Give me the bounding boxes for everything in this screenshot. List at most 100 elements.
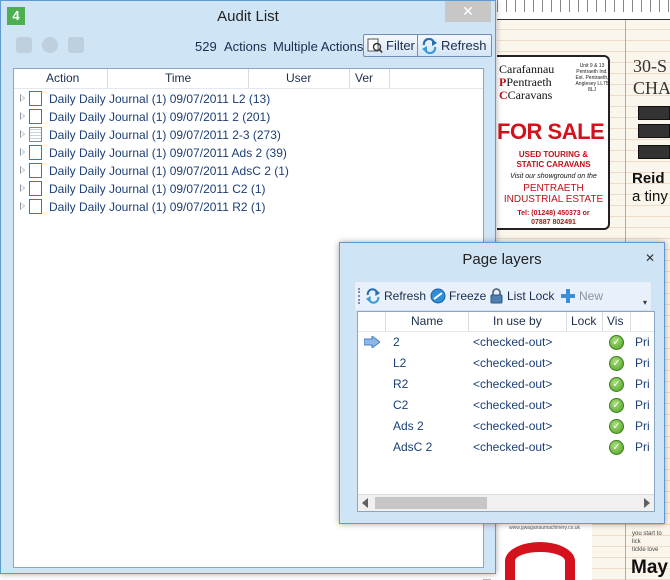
horizontal-scrollbar[interactable]	[358, 494, 654, 511]
advert-address: Unit 9 & 13 Pentraeth Ind. Est. Pentraet…	[575, 63, 609, 93]
scrollbar-thumb[interactable]	[375, 497, 487, 509]
document-lines-icon	[29, 127, 42, 142]
column-separator[interactable]	[389, 69, 390, 88]
visible-check-icon[interactable]: ✓	[609, 335, 624, 350]
table-row[interactable]: Daily Daily Journal (1) 09/07/2011 C2 (1…	[14, 180, 483, 198]
advert-subtitle: USED TOURING & STATIC CARAVANS	[516, 150, 591, 169]
audit-toolbar: 529 Actions Multiple Actions Filter Refr…	[1, 31, 495, 61]
layer-extra: Pri	[635, 377, 650, 391]
expand-arrow-icon[interactable]	[20, 112, 25, 120]
advert-showroom: Visit our showground on the	[510, 173, 597, 180]
audit-list-titlebar[interactable]: 4 Audit List ✕	[1, 1, 495, 31]
expand-arrow-icon[interactable]	[20, 130, 25, 138]
window-title: Audit List	[217, 8, 279, 25]
layer-name: AdsC 2	[393, 440, 433, 454]
new-label: New	[579, 289, 604, 303]
table-row[interactable]: Daily Daily Journal (1) 09/07/2011 L2 (1…	[14, 90, 483, 108]
row-action-text: Daily Daily Journal (1) 09/07/2011 2 (20…	[49, 110, 271, 124]
toolbar-overflow-icon[interactable]: ▾	[643, 298, 647, 307]
caravan-advert[interactable]: Carafannau PPentraeth CCaravans Unit 9 &…	[497, 55, 610, 230]
advert-url: www.gwaganaumachinery.co.uk	[508, 525, 581, 531]
export-icon[interactable]	[16, 37, 32, 53]
layer-in-use-by: <checked-out>	[473, 356, 553, 370]
table-row[interactable]: Daily Daily Journal (1) 09/07/2011 2-3 (…	[14, 126, 483, 144]
current-layer-arrow-icon	[364, 336, 380, 348]
layers-toolbar: Refresh Freeze List Lock New ▾	[354, 281, 652, 311]
layer-row[interactable]: 2 <checked-out> ✓ Pri	[358, 333, 654, 351]
freeze-button[interactable]: Freeze	[430, 288, 486, 304]
layer-row[interactable]: AdsC 2 <checked-out> ✓ Pri	[358, 438, 654, 456]
table-row[interactable]: Daily Daily Journal (1) 09/07/2011 2 (20…	[14, 108, 483, 126]
filter-label: Filter	[386, 38, 415, 53]
table-row[interactable]: Daily Daily Journal (1) 09/07/2011 R2 (1…	[14, 198, 483, 216]
table-row[interactable]: Daily Daily Journal (1) 09/07/2011 Ads 2…	[14, 144, 483, 162]
visible-check-icon[interactable]: ✓	[609, 356, 624, 371]
headline-may: May	[631, 557, 668, 578]
close-button[interactable]: ✕	[640, 248, 660, 268]
scroll-left-icon[interactable]	[362, 498, 368, 508]
layer-name: Ads 2	[393, 419, 424, 433]
column-header-name[interactable]: Name	[411, 312, 443, 331]
visible-check-icon[interactable]: ✓	[609, 440, 624, 455]
expand-arrow-icon[interactable]	[20, 148, 25, 156]
page-layers-titlebar[interactable]: Page layers ✕	[340, 243, 664, 273]
page-layers-window[interactable]: Page layers ✕ Refresh Freeze List Lock N…	[339, 242, 665, 524]
list-lock-button[interactable]: List Lock	[489, 288, 554, 304]
column-header-vis[interactable]: Vis	[607, 312, 623, 331]
document-icon	[29, 109, 42, 124]
row-action-text: Daily Daily Journal (1) 09/07/2011 2-3 (…	[49, 128, 281, 142]
advert-logo	[505, 542, 575, 580]
close-button[interactable]: ✕	[445, 1, 491, 22]
action-type-dropdown[interactable]: Multiple Actions	[273, 39, 363, 54]
close-icon: ✕	[462, 3, 474, 19]
scroll-right-icon[interactable]	[644, 498, 650, 508]
expand-arrow-icon[interactable]	[20, 184, 25, 192]
layers-list[interactable]: Name In use by Lock Vis 2 <checked-out> …	[357, 311, 655, 512]
column-header-lock[interactable]: Lock	[571, 312, 596, 331]
column-header-user[interactable]: User	[286, 69, 311, 88]
layer-name: C2	[393, 398, 409, 412]
visible-check-icon[interactable]: ✓	[609, 377, 624, 392]
expand-arrow-icon[interactable]	[20, 166, 25, 174]
new-layer-button[interactable]: New	[560, 288, 603, 304]
expand-arrow-icon[interactable]	[20, 202, 25, 210]
column-header-action[interactable]: Action	[46, 69, 79, 88]
layer-row[interactable]: R2 <checked-out> ✓ Pri	[358, 375, 654, 393]
filter-icon	[367, 38, 383, 53]
refresh-circle-icon[interactable]	[42, 37, 58, 53]
column-header-in-use-by[interactable]: In use by	[493, 312, 542, 331]
layer-row[interactable]: Ads 2 <checked-out> ✓ Pri	[358, 417, 654, 435]
filter-button[interactable]: Filter	[363, 34, 420, 57]
freeze-icon	[430, 288, 446, 304]
column-separator[interactable]	[248, 69, 249, 88]
toolbar-grip[interactable]	[358, 288, 360, 304]
visible-check-icon[interactable]: ✓	[609, 398, 624, 413]
plus-icon	[561, 289, 575, 303]
close-icon: ✕	[644, 251, 656, 265]
visible-check-icon[interactable]: ✓	[609, 419, 624, 434]
layer-row[interactable]: C2 <checked-out> ✓ Pri	[358, 396, 654, 414]
column-separator[interactable]	[630, 312, 631, 331]
refresh-label: Refresh	[384, 289, 427, 303]
document-icon	[29, 199, 42, 214]
layer-row[interactable]: L2 <checked-out> ✓ Pri	[358, 354, 654, 372]
refresh-button[interactable]: Refresh	[417, 34, 492, 57]
column-separator[interactable]	[385, 312, 386, 331]
column-header-time[interactable]: Time	[165, 69, 191, 88]
layers-refresh-button[interactable]: Refresh	[365, 288, 426, 304]
column-separator[interactable]	[602, 312, 603, 331]
expand-arrow-icon[interactable]	[20, 94, 25, 102]
column-separator[interactable]	[349, 69, 350, 88]
table-row[interactable]: Daily Daily Journal (1) 09/07/2011 AdsC …	[14, 162, 483, 180]
advert-for-sale: FOR SALE	[497, 119, 605, 144]
column-separator[interactable]	[566, 312, 567, 331]
list-lock-label: List Lock	[507, 289, 555, 303]
horizontal-ruler	[497, 0, 670, 12]
layer-extra: Pri	[635, 335, 650, 349]
column-separator[interactable]	[107, 69, 108, 88]
column-header-ver[interactable]: Ver	[355, 69, 373, 88]
column-separator[interactable]	[468, 312, 469, 331]
pin-icon[interactable]	[68, 37, 84, 53]
layer-extra: Pri	[635, 398, 650, 412]
row-action-text: Daily Daily Journal (1) 09/07/2011 AdsC …	[49, 164, 289, 178]
